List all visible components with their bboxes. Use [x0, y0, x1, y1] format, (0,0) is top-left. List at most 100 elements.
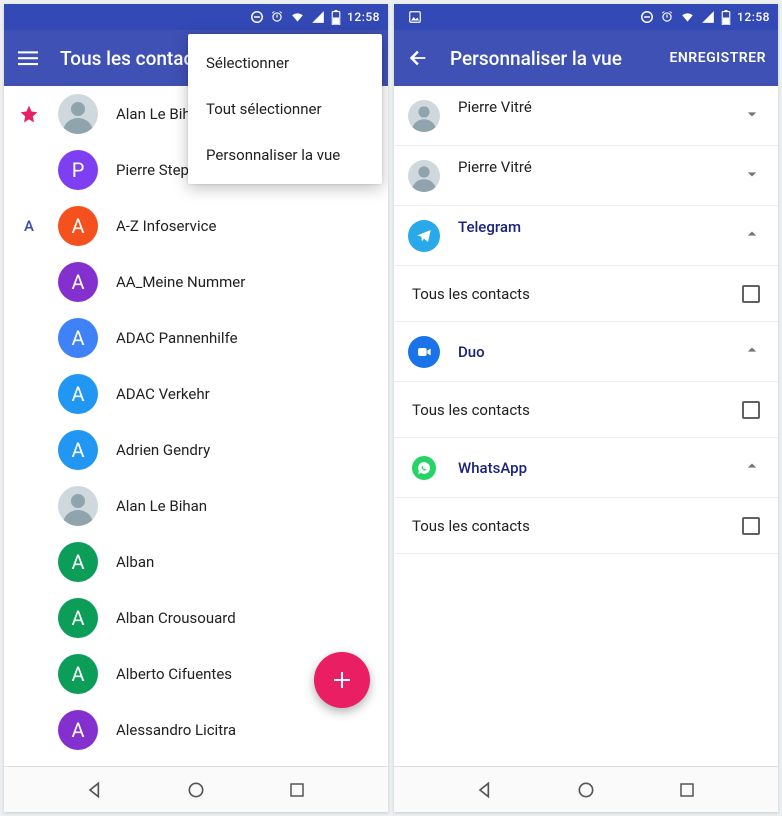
- contact-name: Adrien Gendry: [116, 441, 210, 459]
- wifi-icon: [680, 10, 695, 24]
- group-item[interactable]: Tous les contacts: [394, 266, 778, 322]
- clock: 12:58: [737, 10, 770, 24]
- account-row[interactable]: Pierre Vitré: [394, 146, 778, 206]
- chevron-down-icon: [742, 104, 762, 128]
- contact-row[interactable]: A ADAC Pannenhilfe: [4, 310, 388, 366]
- contact-row[interactable]: A AA_Meine Nummer: [4, 254, 388, 310]
- nav-recents-icon[interactable]: [285, 778, 309, 802]
- checkbox[interactable]: [742, 517, 760, 535]
- avatar-letter: P: [58, 150, 98, 190]
- whatsapp-icon: [412, 456, 436, 480]
- avatar-letter: A: [58, 710, 98, 750]
- contact-row[interactable]: A Alessandro Licitra: [4, 702, 388, 758]
- account-row[interactable]: Pierre Vitré: [394, 86, 778, 146]
- avatar-letter: A: [58, 318, 98, 358]
- account-sub-redacted: [458, 178, 608, 194]
- menu-select[interactable]: Sélectionner: [188, 40, 382, 86]
- app-bar-customize: Personnaliser la vue ENREGISTRER: [394, 30, 778, 86]
- telegram-icon: [408, 220, 440, 252]
- group-item-label: Tous les contacts: [412, 285, 726, 303]
- contact-name: Alessandro Licitra: [116, 721, 236, 739]
- status-bar: 12:58: [4, 4, 388, 30]
- group-item[interactable]: Tous les contacts: [394, 382, 778, 438]
- chevron-up-icon: [742, 224, 762, 248]
- nav-bar: [4, 766, 388, 812]
- account-sub-redacted: [458, 118, 608, 134]
- avatar-letter: A: [58, 206, 98, 246]
- group-brand: Telegram: [458, 218, 724, 236]
- duo-icon: [408, 336, 440, 368]
- nav-home-icon[interactable]: [574, 778, 598, 802]
- signal-icon: [701, 10, 715, 24]
- clock: 12:58: [347, 10, 380, 24]
- group-sub-redacted: [458, 238, 608, 254]
- nav-back-icon[interactable]: [83, 778, 107, 802]
- avatar-letter: A: [58, 654, 98, 694]
- avatar-photo: [58, 486, 98, 526]
- avatar-letter: A: [58, 374, 98, 414]
- battery-icon: [331, 10, 341, 25]
- dnd-icon: [250, 10, 264, 24]
- nav-recents-icon[interactable]: [675, 778, 699, 802]
- nav-home-icon[interactable]: [184, 778, 208, 802]
- customize-list: Pierre Vitré Pierre Vitré: [394, 86, 778, 766]
- alarm-icon: [660, 10, 674, 24]
- contact-row[interactable]: A Alban: [4, 534, 388, 590]
- alarm-icon: [270, 10, 284, 24]
- page-title: Personnaliser la vue: [450, 47, 650, 70]
- battery-icon: [721, 10, 731, 25]
- menu-select-all[interactable]: Tout sélectionner: [188, 86, 382, 132]
- contact-row[interactable]: A Adrien Gendry: [4, 422, 388, 478]
- phone-right: 12:58 Personnaliser la vue ENREGISTRER P…: [394, 4, 778, 812]
- phone-left: 12:58 Tous les contacts Alan Le Bihan P …: [4, 4, 388, 812]
- dnd-icon: [640, 10, 654, 24]
- nav-bar: [394, 766, 778, 812]
- contact-name: Alberto Cifuentes: [116, 665, 232, 683]
- image-notif-icon: [408, 10, 422, 24]
- menu-customize-view[interactable]: Personnaliser la vue: [188, 132, 382, 178]
- account-name: Pierre Vitré: [458, 98, 724, 116]
- contact-row[interactable]: A ADAC Verkehr: [4, 366, 388, 422]
- contact-name: ADAC Pannenhilfe: [116, 329, 238, 347]
- section-letter: A: [18, 217, 40, 235]
- fab-add-contact[interactable]: [314, 652, 370, 708]
- overflow-menu: Sélectionner Tout sélectionner Personnal…: [188, 34, 382, 184]
- hamburger-icon[interactable]: [16, 46, 40, 70]
- avatar-letter: A: [58, 598, 98, 638]
- contact-row[interactable]: A Alban Crousouard: [4, 590, 388, 646]
- contact-name: Alan Le Bihan: [116, 497, 207, 515]
- contact-name: Alban: [116, 553, 154, 571]
- avatar-photo: [408, 160, 440, 192]
- status-bar: 12:58: [394, 4, 778, 30]
- avatar-letter: A: [58, 430, 98, 470]
- wifi-icon: [290, 10, 305, 24]
- save-button[interactable]: ENREGISTRER: [670, 50, 767, 66]
- contact-row[interactable]: A Alex Barcino: [4, 758, 388, 766]
- contact-name: AA_Meine Nummer: [116, 273, 245, 291]
- contact-name: ADAC Verkehr: [116, 385, 210, 403]
- checkbox[interactable]: [742, 285, 760, 303]
- avatar-letter: A: [58, 542, 98, 582]
- group-item[interactable]: Tous les contacts: [394, 498, 778, 554]
- group-item-label: Tous les contacts: [412, 401, 726, 419]
- account-name: Pierre Vitré: [458, 158, 724, 176]
- contact-row[interactable]: Alan Le Bihan: [4, 478, 388, 534]
- avatar-photo: [58, 94, 98, 134]
- avatar-photo: [408, 100, 440, 132]
- chevron-up-icon: [742, 456, 762, 480]
- contact-name: A-Z Infoservice: [116, 217, 216, 235]
- contact-name: Alban Crousouard: [116, 609, 236, 627]
- group-header-whatsapp[interactable]: WhatsApp: [394, 438, 778, 498]
- group-item-label: Tous les contacts: [412, 517, 726, 535]
- avatar-letter: A: [58, 262, 98, 302]
- group-header-telegram[interactable]: Telegram: [394, 206, 778, 266]
- back-arrow-icon[interactable]: [406, 46, 430, 70]
- group-header-duo[interactable]: Duo: [394, 322, 778, 382]
- checkbox[interactable]: [742, 401, 760, 419]
- contact-row[interactable]: A A A-Z Infoservice: [4, 198, 388, 254]
- star-icon: [18, 104, 40, 124]
- nav-back-icon[interactable]: [473, 778, 497, 802]
- signal-icon: [311, 10, 325, 24]
- contact-list: Alan Le Bihan P Pierre Stepich A A A-Z I…: [4, 86, 388, 766]
- group-brand: Duo: [458, 343, 724, 361]
